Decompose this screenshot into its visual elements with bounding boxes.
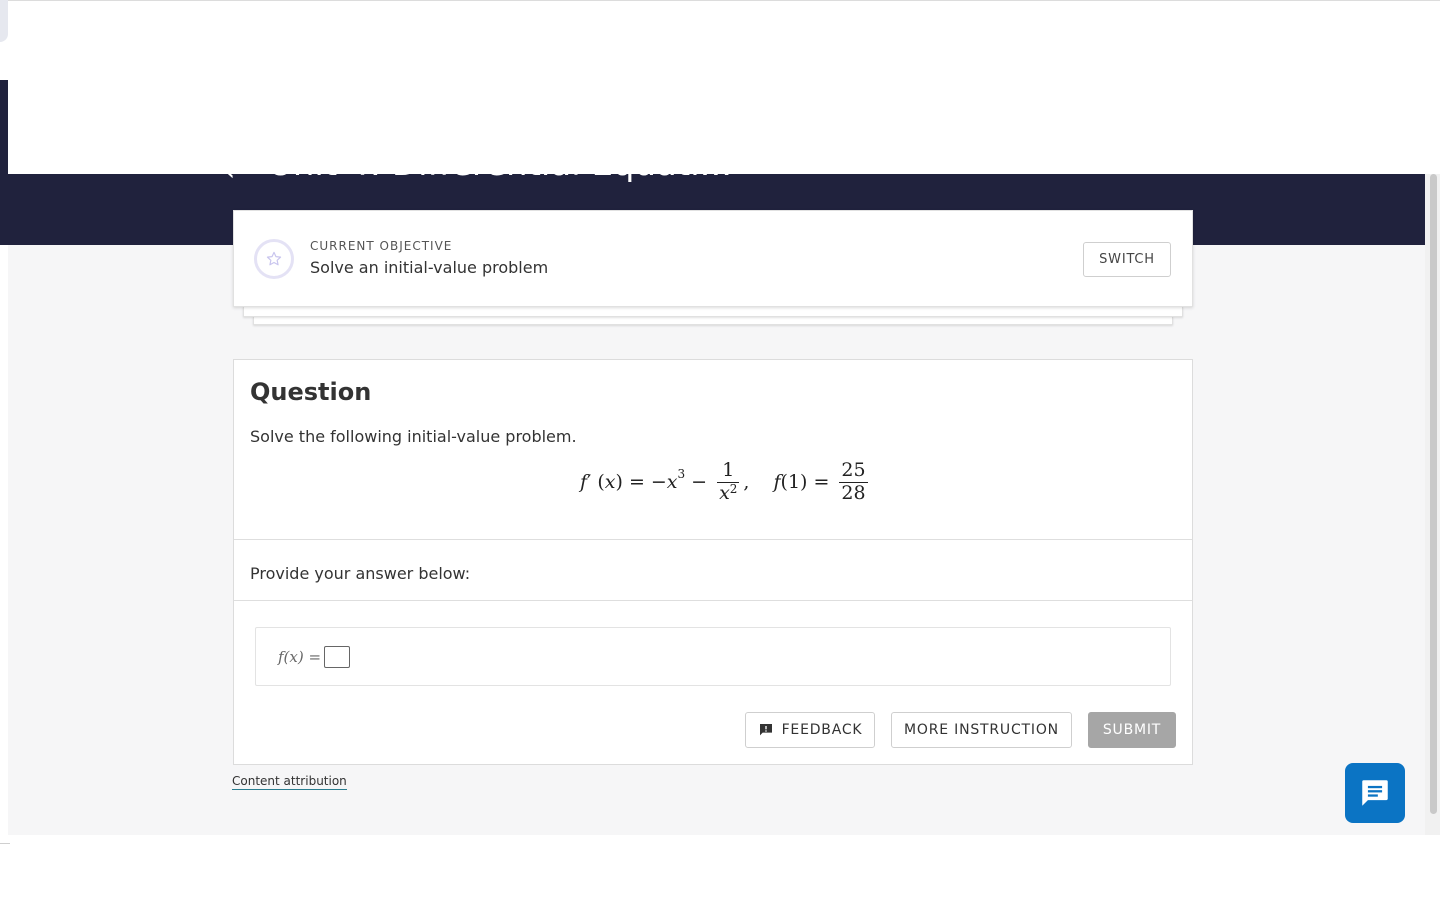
unit-title: Unit 4: Differential Equati... <box>268 174 732 184</box>
feedback-button[interactable]: FEEDBACK <box>745 712 875 748</box>
feedback-icon <box>758 722 774 738</box>
section-divider <box>234 539 1192 540</box>
question-card: Question Solve the following initial-val… <box>233 359 1193 765</box>
answer-lhs: f(x) = <box>278 648 322 666</box>
back-arrow-icon[interactable]: ‹ <box>224 174 235 187</box>
eq-exp: 3 <box>677 467 686 482</box>
section-divider <box>234 600 1192 601</box>
eq-var: x <box>604 471 616 494</box>
eq-frac1-den-exp: 2 <box>729 481 738 496</box>
answer-input[interactable] <box>324 646 351 668</box>
current-objective-card: CURRENT OBJECTIVE Solve an initial-value… <box>233 210 1193 307</box>
chat-button[interactable] <box>1345 763 1405 823</box>
eq-var-3: x <box>719 481 730 504</box>
eq-neg: − <box>650 471 667 494</box>
answer-expression: f(x) = <box>278 646 351 668</box>
top-overlay <box>8 1 1440 174</box>
bottom-left-line <box>0 843 10 844</box>
eq-func: f <box>580 471 588 494</box>
scrollbar-thumb[interactable] <box>1430 174 1437 814</box>
switch-button[interactable]: SWITCH <box>1083 242 1171 277</box>
chat-icon <box>1358 776 1392 810</box>
objective-text: Solve an initial-value problem <box>310 258 549 277</box>
eq-cond-arg: 1 <box>787 471 801 494</box>
answer-prompt: Provide your answer below: <box>250 564 471 583</box>
eq-frac1-num: 1 <box>722 459 735 481</box>
left-edge-bar <box>0 80 8 174</box>
more-instruction-button[interactable]: MORE INSTRUCTION <box>891 712 1072 748</box>
content-attribution-link[interactable]: Content attribution <box>232 774 347 790</box>
objective-stack-shadow-1 <box>243 306 1183 317</box>
equation: f ′(x) = − x 3 − 1 x2 , f(1) = 25 28 <box>580 459 868 505</box>
eq-prime: ′ <box>587 471 592 494</box>
question-title: Question <box>250 378 372 406</box>
star-icon <box>254 239 294 279</box>
eq-fraction-2: 25 28 <box>839 459 868 505</box>
objective-stack-shadow-2 <box>253 316 1173 325</box>
submit-button[interactable]: SUBMIT <box>1088 712 1176 748</box>
eq-minus: − <box>691 471 708 494</box>
objective-label: CURRENT OBJECTIVE <box>310 239 453 253</box>
eq-frac2-num: 25 <box>841 459 866 481</box>
eq-frac2-den: 28 <box>839 481 868 504</box>
question-prompt: Solve the following initial-value proble… <box>250 427 577 446</box>
bottom-area <box>0 835 1440 900</box>
eq-fraction-1: 1 x2 <box>717 459 740 505</box>
eq-var-2: x <box>666 471 678 494</box>
corner-tab <box>0 0 8 42</box>
answer-area: f(x) = <box>255 627 1171 686</box>
eq-cond-func: f <box>773 471 781 494</box>
feedback-label: FEEDBACK <box>781 722 863 738</box>
